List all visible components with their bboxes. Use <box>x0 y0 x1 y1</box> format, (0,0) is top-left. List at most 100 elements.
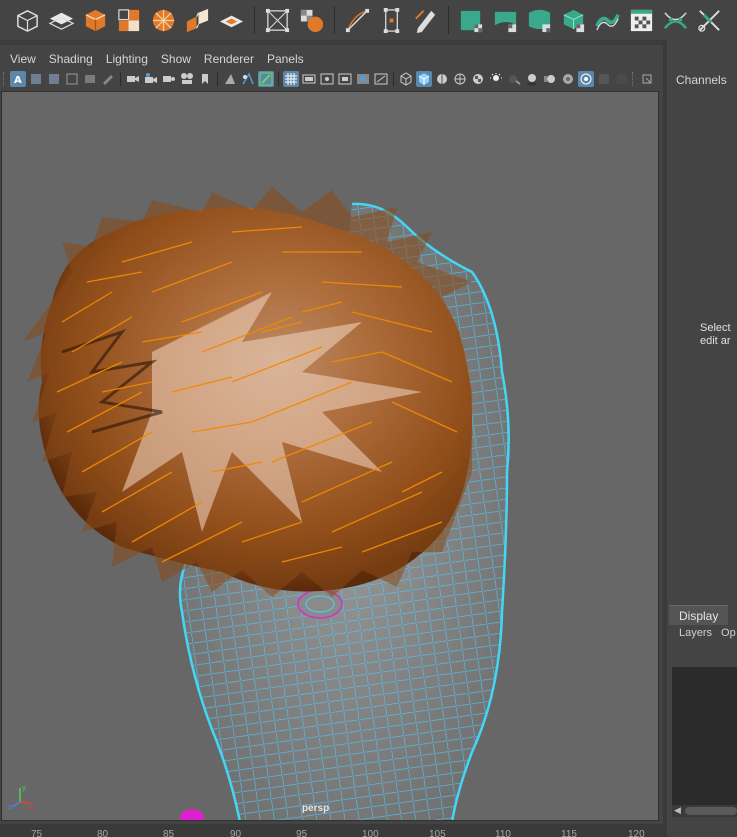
film-gate-icon[interactable] <box>161 71 177 87</box>
menu-renderer[interactable]: Renderer <box>204 52 254 66</box>
wireframe-shading-icon[interactable] <box>398 71 414 87</box>
select-camera-icon[interactable]: A <box>10 71 26 87</box>
channel-box-hint: Select edit ar <box>700 322 731 347</box>
select-poly-icon[interactable] <box>222 71 238 87</box>
resolution-gate-icon[interactable] <box>179 71 195 87</box>
menu-view[interactable]: View <box>10 52 36 66</box>
menu-show[interactable]: Show <box>161 52 191 66</box>
layer-scrollbar[interactable]: ◀ <box>672 805 737 817</box>
smooth-shading-icon[interactable] <box>416 71 432 87</box>
bookmark-icon[interactable] <box>46 71 62 87</box>
sphere-grid-icon[interactable] <box>296 5 327 36</box>
camera-name-label: persp <box>302 803 330 814</box>
menu-options[interactable]: Op <box>721 627 736 639</box>
scroll-left-icon[interactable]: ◀ <box>674 805 681 816</box>
toolbar-grip[interactable] <box>3 72 6 86</box>
toolbar-separator <box>217 72 218 86</box>
menu-layers[interactable]: Layers <box>679 627 712 639</box>
soccer-ball-icon[interactable] <box>148 5 179 36</box>
motion-blur-icon[interactable] <box>542 71 558 87</box>
x-ray-icon[interactable] <box>614 71 630 87</box>
bounds-select-icon[interactable] <box>376 5 407 36</box>
svg-text:z: z <box>8 803 12 811</box>
toolbar-grip[interactable] <box>632 72 635 86</box>
film-strip-icon[interactable] <box>301 71 317 87</box>
cube-orange-icon[interactable] <box>80 5 111 36</box>
menu-panels[interactable]: Panels <box>267 52 304 66</box>
curve-warp-icon[interactable] <box>490 5 521 36</box>
time-tick-label: 80 <box>97 829 109 837</box>
depth-of-field-icon[interactable] <box>578 71 594 87</box>
menu-shading[interactable]: Shading <box>49 52 93 66</box>
layer-list[interactable] <box>672 667 737 807</box>
green-block-icon[interactable] <box>456 5 487 36</box>
scissors-cross-icon[interactable] <box>694 5 725 36</box>
svg-text:y: y <box>22 784 26 792</box>
time-tick-label: 90 <box>230 829 242 837</box>
bounding-box-icon[interactable] <box>262 5 293 36</box>
shelf-separator <box>334 6 335 34</box>
perspective-viewport[interactable]: y x z persp <box>1 91 659 821</box>
bend-shape-icon[interactable] <box>524 5 555 36</box>
shelf <box>0 0 737 40</box>
image-plane-icon[interactable] <box>64 71 80 87</box>
crossing-curves-icon[interactable] <box>660 5 691 36</box>
isolate-select-icon[interactable] <box>596 71 612 87</box>
panel-toolbar: A <box>0 69 663 89</box>
time-tick-label: 95 <box>296 829 308 837</box>
pencil-edit-icon[interactable] <box>410 5 441 36</box>
time-tick-label: 85 <box>163 829 175 837</box>
default-light-icon[interactable] <box>470 71 486 87</box>
gate-mask-icon[interactable] <box>355 71 371 87</box>
two-d-pan-icon[interactable] <box>82 71 98 87</box>
time-tick-label: 110 <box>495 829 511 837</box>
grease-pencil-icon[interactable] <box>100 71 116 87</box>
flat-disc-icon[interactable] <box>216 5 247 36</box>
camera-icon[interactable] <box>125 71 141 87</box>
shelf-separator <box>254 6 255 34</box>
draw-curve-icon[interactable] <box>342 5 373 36</box>
layer-editor-menu: Layers Op <box>679 627 736 639</box>
textured-icon[interactable] <box>452 71 468 87</box>
camera-attributes-icon[interactable] <box>28 71 44 87</box>
cube-green-checker-icon[interactable] <box>558 5 589 36</box>
menu-lighting[interactable]: Lighting <box>106 52 148 66</box>
wireframe-on-shaded-icon[interactable] <box>434 71 450 87</box>
field-chart-icon[interactable] <box>337 71 353 87</box>
overscan-icon[interactable] <box>373 71 389 87</box>
twisted-curve-icon[interactable] <box>592 5 623 36</box>
axis-gizmo: y x z <box>8 782 38 812</box>
safe-action-icon[interactable] <box>319 71 335 87</box>
anti-aliasing-icon[interactable] <box>560 71 576 87</box>
plane-layers-icon[interactable] <box>46 5 77 36</box>
channel-box-title[interactable]: Channels <box>676 73 727 87</box>
time-tick-label: 105 <box>429 829 446 837</box>
grid-icon[interactable] <box>283 71 299 87</box>
toolbar-separator <box>278 72 279 86</box>
maya-window: View Shading Lighting Show Renderer Pane… <box>0 0 737 837</box>
time-slider[interactable]: 75 80 85 90 95 100 105 110 115 120 <box>0 824 663 837</box>
split-cubes-icon[interactable] <box>114 5 145 36</box>
toolbar-expand-icon[interactable] <box>639 71 655 87</box>
uv-icon[interactable] <box>240 71 256 87</box>
time-tick-label: 100 <box>362 829 379 837</box>
cube-bridge-icon[interactable] <box>182 5 213 36</box>
all-lights-icon[interactable] <box>488 71 504 87</box>
bookmark-flag-icon[interactable] <box>197 71 213 87</box>
checker-window-icon[interactable] <box>626 5 657 36</box>
hair-mesh-scene <box>22 187 510 820</box>
camera-lock-icon[interactable] <box>143 71 159 87</box>
scroll-thumb[interactable] <box>685 807 737 815</box>
shelf-divider <box>0 40 663 45</box>
svg-text:x: x <box>30 804 34 812</box>
symmetry-brush-icon[interactable] <box>258 71 274 87</box>
channel-box-divider[interactable] <box>663 40 667 837</box>
toolbar-separator <box>393 72 394 86</box>
cube-wireframe-icon[interactable] <box>12 5 43 36</box>
shadows-icon[interactable] <box>506 71 522 87</box>
toolbar-separator <box>120 72 121 86</box>
layer-editor: Display Layers Op ◀ <box>669 605 737 820</box>
tab-display[interactable]: Display <box>669 605 729 625</box>
ambient-occlusion-icon[interactable] <box>524 71 540 87</box>
svg-text:A: A <box>14 75 22 86</box>
